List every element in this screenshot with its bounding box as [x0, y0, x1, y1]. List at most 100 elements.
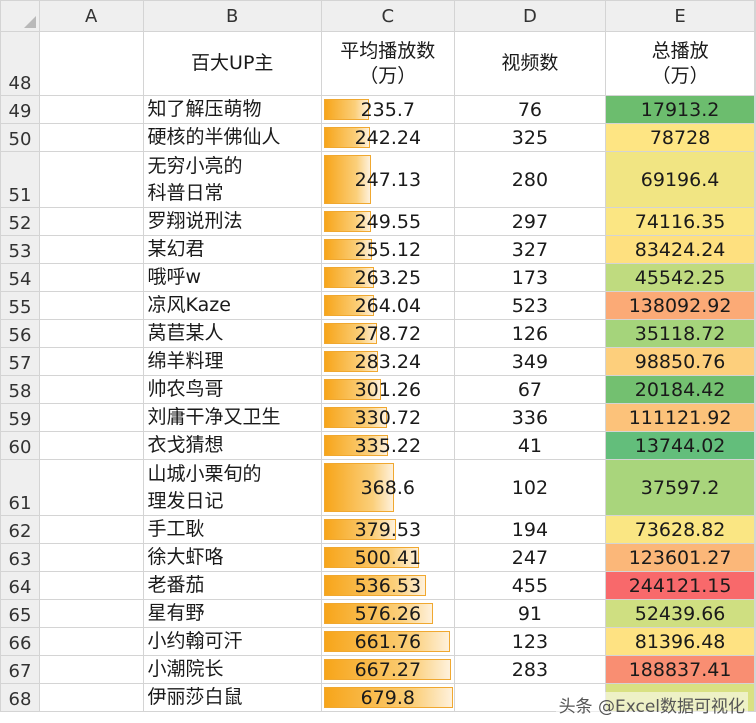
cell[interactable]: [754, 627, 756, 656]
row-header[interactable]: 51: [0, 151, 40, 208]
total-plays-cell[interactable]: 81396.48: [605, 627, 755, 656]
up-name-cell[interactable]: 凉风Kaze: [142, 291, 322, 320]
cell[interactable]: [754, 207, 756, 236]
total-plays-cell[interactable]: 35118.72: [605, 319, 755, 348]
cell[interactable]: [38, 543, 144, 572]
row-header[interactable]: 55: [0, 291, 40, 320]
cell[interactable]: [754, 235, 756, 264]
cell[interactable]: [38, 459, 144, 516]
total-plays-cell[interactable]: 17913.2: [605, 95, 755, 124]
avg-plays-cell[interactable]: 301.26: [320, 375, 455, 404]
total-plays-cell[interactable]: 83424.24: [605, 235, 755, 264]
video-count-cell[interactable]: 76: [453, 95, 607, 124]
avg-plays-cell[interactable]: 576.26: [320, 599, 455, 628]
up-name-cell[interactable]: 某幻君: [142, 235, 322, 264]
total-plays-cell[interactable]: 74116.35: [605, 207, 755, 236]
cell[interactable]: [754, 347, 756, 376]
avg-plays-cell[interactable]: 247.13: [320, 151, 455, 208]
avg-plays-cell[interactable]: 278.72: [320, 319, 455, 348]
cell[interactable]: [38, 599, 144, 628]
video-count-cell[interactable]: 327: [453, 235, 607, 264]
avg-plays-cell[interactable]: 667.27: [320, 655, 455, 684]
total-plays-cell[interactable]: 73628.82: [605, 515, 755, 544]
cell[interactable]: [38, 263, 144, 292]
row-header[interactable]: 65: [0, 599, 40, 628]
cell[interactable]: [38, 571, 144, 600]
cell[interactable]: [38, 235, 144, 264]
avg-plays-cell[interactable]: 330.72: [320, 403, 455, 432]
row-header[interactable]: 50: [0, 123, 40, 152]
cell[interactable]: [754, 655, 756, 684]
header-cell-avg-plays[interactable]: 平均播放数 （万）: [320, 31, 455, 96]
up-name-cell[interactable]: 小潮院长: [142, 655, 322, 684]
total-plays-cell[interactable]: 45542.25: [605, 263, 755, 292]
video-count-cell[interactable]: 283: [453, 655, 607, 684]
up-name-cell[interactable]: 无穷小亮的 科普日常: [142, 151, 322, 208]
cell[interactable]: [38, 319, 144, 348]
up-name-cell[interactable]: 绵羊料理: [142, 347, 322, 376]
cell[interactable]: [38, 291, 144, 320]
row-header[interactable]: 53: [0, 235, 40, 264]
avg-plays-cell[interactable]: 235.7: [320, 95, 455, 124]
total-plays-cell[interactable]: 20184.42: [605, 375, 755, 404]
video-count-cell[interactable]: 325: [453, 123, 607, 152]
video-count-cell[interactable]: 297: [453, 207, 607, 236]
total-plays-cell[interactable]: 244121.15: [605, 571, 755, 600]
video-count-cell[interactable]: 91: [453, 599, 607, 628]
header-cell-total-plays[interactable]: 总播放 （万）: [605, 31, 755, 96]
column-header-d[interactable]: D: [453, 0, 607, 32]
total-plays-cell[interactable]: 188837.41: [605, 655, 755, 684]
column-header-e[interactable]: E: [605, 0, 755, 32]
cell[interactable]: [754, 123, 756, 152]
up-name-cell[interactable]: 老番茄: [142, 571, 322, 600]
row-header[interactable]: 49: [0, 95, 40, 124]
video-count-cell[interactable]: 280: [453, 151, 607, 208]
row-header[interactable]: 52: [0, 207, 40, 236]
video-count-cell[interactable]: 123: [453, 627, 607, 656]
cell[interactable]: [754, 515, 756, 544]
select-all-corner[interactable]: [0, 0, 40, 32]
cell[interactable]: [38, 375, 144, 404]
avg-plays-cell[interactable]: 255.12: [320, 235, 455, 264]
video-count-cell[interactable]: 67: [453, 375, 607, 404]
avg-plays-cell[interactable]: 335.22: [320, 431, 455, 460]
cell[interactable]: [38, 683, 144, 712]
up-name-cell[interactable]: 哦呼w: [142, 263, 322, 292]
cell[interactable]: [754, 403, 756, 432]
up-name-cell[interactable]: 山城小栗旬的 理发日记: [142, 459, 322, 516]
total-plays-cell[interactable]: 37597.2: [605, 459, 755, 516]
video-count-cell[interactable]: 126: [453, 319, 607, 348]
avg-plays-cell[interactable]: 661.76: [320, 627, 455, 656]
row-header[interactable]: 54: [0, 263, 40, 292]
cell[interactable]: [754, 375, 756, 404]
row-header[interactable]: 66: [0, 627, 40, 656]
up-name-cell[interactable]: 知了解压萌物: [142, 95, 322, 124]
video-count-cell[interactable]: 349: [453, 347, 607, 376]
cell[interactable]: [754, 431, 756, 460]
cell[interactable]: [38, 431, 144, 460]
cell[interactable]: [754, 95, 756, 124]
up-name-cell[interactable]: 小约翰可汗: [142, 627, 322, 656]
cell[interactable]: [38, 515, 144, 544]
avg-plays-cell[interactable]: 679.8: [320, 683, 455, 712]
avg-plays-cell[interactable]: 379.53: [320, 515, 455, 544]
total-plays-cell[interactable]: 78728: [605, 123, 755, 152]
total-plays-cell[interactable]: 52439.66: [605, 599, 755, 628]
video-count-cell[interactable]: 194: [453, 515, 607, 544]
cell[interactable]: [754, 543, 756, 572]
video-count-cell[interactable]: 523: [453, 291, 607, 320]
cell[interactable]: [754, 683, 756, 712]
row-header[interactable]: 58: [0, 375, 40, 404]
video-count-cell[interactable]: 247: [453, 543, 607, 572]
cell[interactable]: [38, 655, 144, 684]
avg-plays-cell[interactable]: 536.53: [320, 571, 455, 600]
cell[interactable]: [38, 403, 144, 432]
cell[interactable]: [38, 31, 144, 96]
total-plays-cell[interactable]: 13744.02: [605, 431, 755, 460]
cell[interactable]: [754, 291, 756, 320]
cell[interactable]: [38, 627, 144, 656]
cell[interactable]: [38, 347, 144, 376]
row-header[interactable]: 67: [0, 655, 40, 684]
video-count-cell[interactable]: 455: [453, 571, 607, 600]
cell[interactable]: [38, 95, 144, 124]
